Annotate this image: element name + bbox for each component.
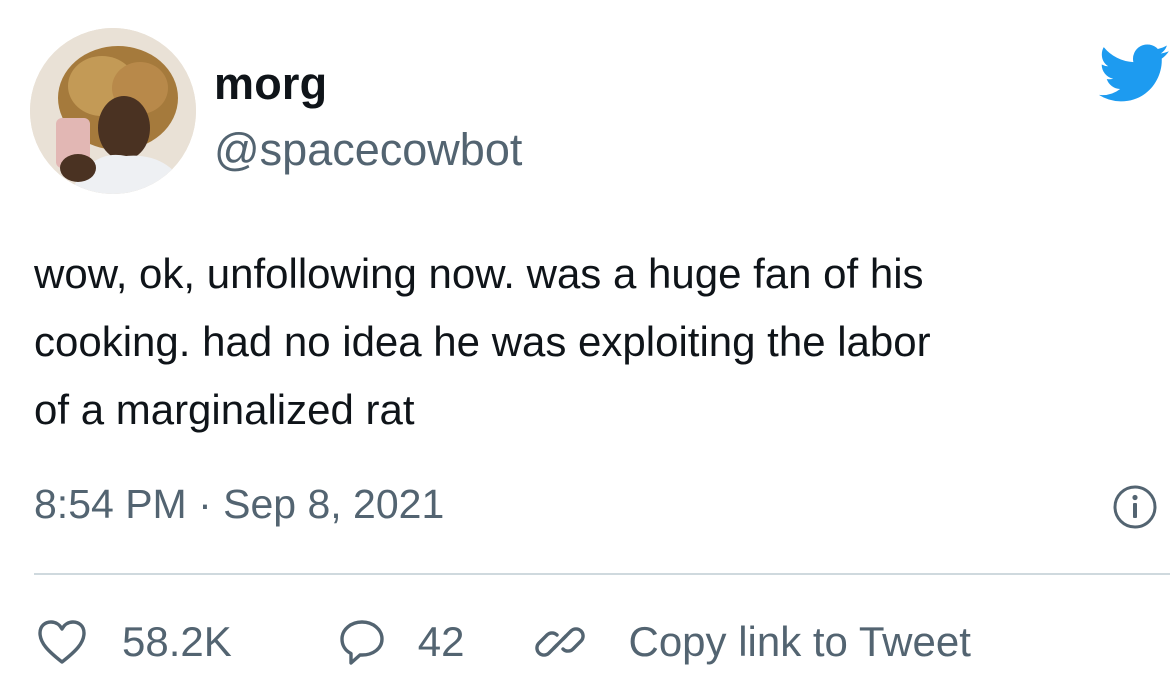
- reply-count: 42: [417, 618, 465, 665]
- avatar[interactable]: [30, 28, 196, 194]
- action-bar: 58.2K 42 Copy link to Tweet: [36, 612, 971, 672]
- user-block[interactable]: morg @spacecowbot: [214, 58, 522, 176]
- tweet-text: wow, ok, unfollowing now. was a huge fan…: [34, 250, 931, 433]
- copy-link-label[interactable]: Copy link to Tweet: [628, 616, 970, 668]
- copy-link-button[interactable]: Copy link to Tweet: [534, 616, 971, 668]
- profile-photo: [30, 28, 196, 194]
- tweet-timestamp[interactable]: 8:54 PM · Sep 8, 2021: [34, 478, 444, 530]
- like-button[interactable]: 58.2K: [36, 616, 232, 668]
- twitter-bird-icon[interactable]: [1096, 42, 1170, 104]
- heart-icon[interactable]: [36, 617, 88, 667]
- reply-button[interactable]: 42: [336, 616, 465, 668]
- speech-bubble-icon[interactable]: [336, 617, 388, 667]
- divider: [34, 573, 1170, 575]
- tweet-card: morg @spacecowbot wow, ok, unfollowing n…: [0, 0, 1170, 697]
- display-name[interactable]: morg: [214, 58, 522, 110]
- like-count: 58.2K: [122, 618, 232, 665]
- link-icon[interactable]: [534, 617, 586, 667]
- info-icon[interactable]: [1112, 484, 1158, 530]
- user-handle[interactable]: @spacecowbot: [214, 124, 522, 176]
